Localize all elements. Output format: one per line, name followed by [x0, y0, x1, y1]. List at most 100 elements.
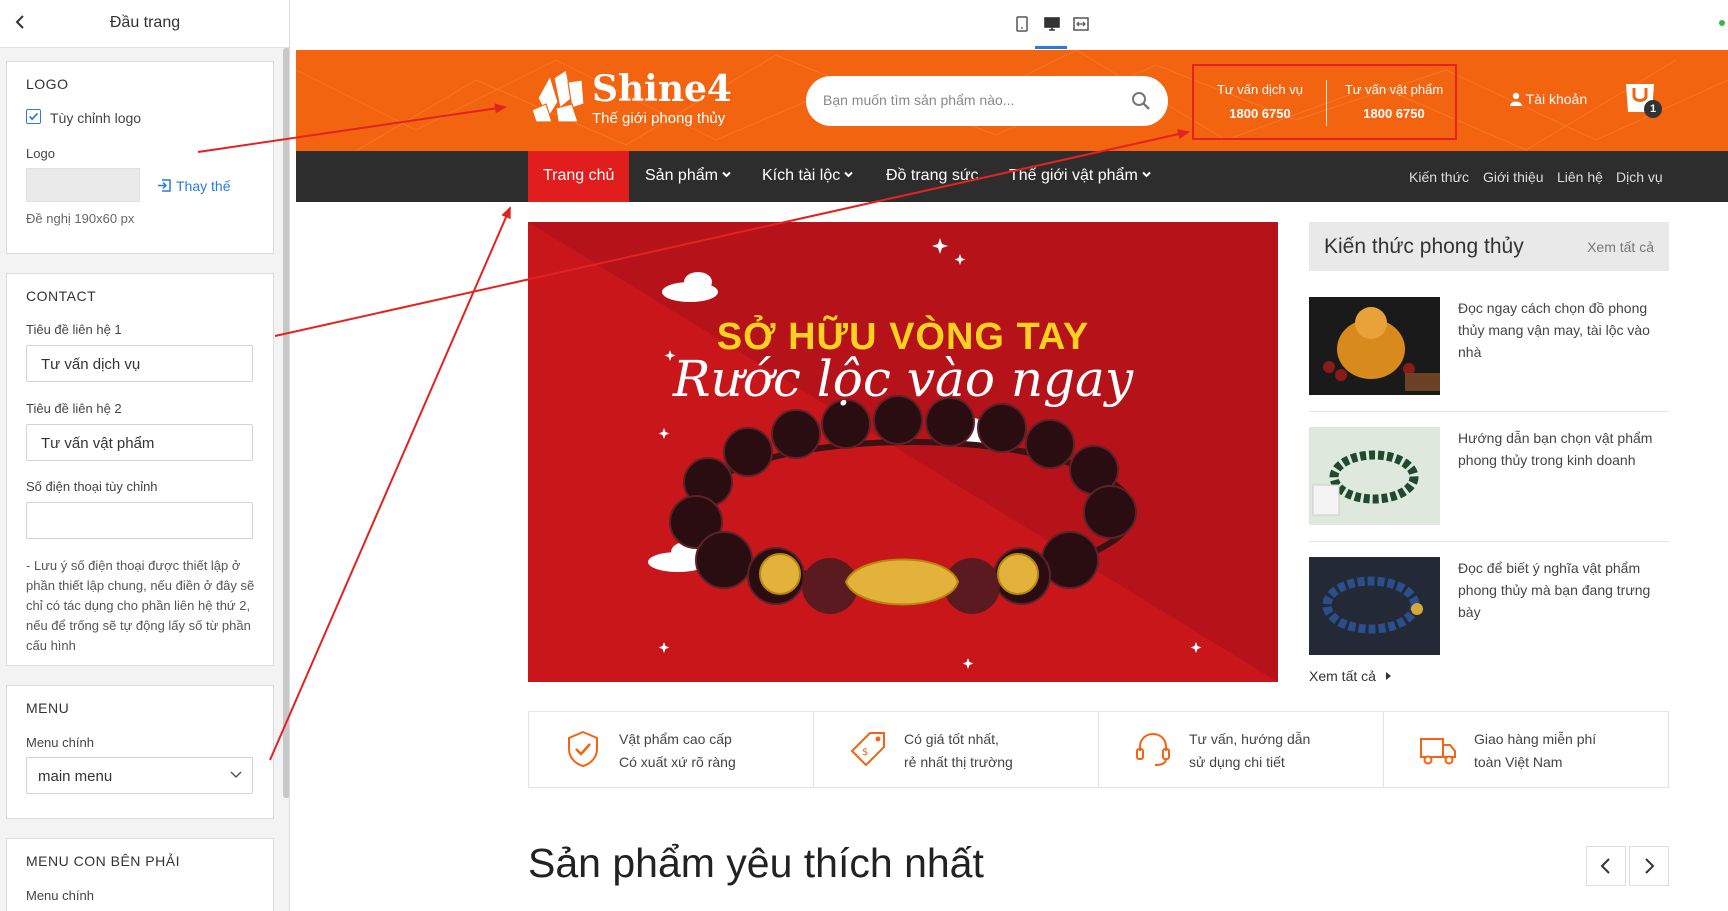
article-title-1[interactable]: Đọc ngay cách chọn đồ phong thủy mang vậ… — [1458, 297, 1663, 363]
nav-item-items-world[interactable]: Thế giới vật phẩm — [1009, 167, 1151, 185]
feature-line1: Vật phẩm cao cấp — [619, 731, 732, 747]
favorites-title: Sản phẩm yêu thích nhất — [528, 840, 984, 886]
user-icon — [1510, 92, 1522, 106]
main-menu-select-value: main menu — [38, 768, 113, 785]
cart-button[interactable]: 1 — [1624, 80, 1664, 122]
article-divider — [1309, 411, 1669, 412]
banner-graphic — [528, 222, 1278, 682]
crystal-logo-icon[interactable] — [528, 68, 590, 126]
chevron-down-icon — [722, 171, 731, 178]
fullwidth-icon[interactable] — [1071, 14, 1091, 34]
nav-item-jewelry[interactable]: Đồ trang sức — [886, 167, 979, 185]
prev-button[interactable] — [1586, 846, 1626, 886]
custom-phone-input[interactable] — [26, 502, 253, 539]
chevron-down-icon — [1142, 171, 1151, 178]
feature-line1: Tư vấn, hướng dẫn — [1189, 731, 1311, 747]
feature-line2: rẻ nhất thị trường — [904, 754, 1013, 770]
right-submenu-label: Menu chính — [26, 888, 94, 903]
next-button[interactable] — [1629, 846, 1669, 886]
panel-scrollbar[interactable] — [283, 48, 289, 798]
feature-item: Tư vấn, hướng dẫn sử dụng chi tiết — [1099, 712, 1384, 787]
device-toolbar — [291, 0, 1728, 50]
feature-text: Vật phẩm cao cấp Có xuất xứ rõ ràng — [619, 728, 736, 774]
contact-title2-input[interactable]: Tư vấn vật phẩm — [26, 424, 253, 461]
cart-count-badge: 1 — [1644, 100, 1662, 118]
logo-section-heading: LOGO — [26, 76, 69, 92]
logo-size-hint: Đề nghị 190x60 px — [26, 211, 135, 226]
knowledge-title: Kiến thức phong thủy — [1324, 235, 1524, 258]
active-device-indicator — [1035, 46, 1067, 49]
nav-right-contact[interactable]: Liên hệ — [1557, 169, 1603, 185]
contact-section-heading: CONTACT — [26, 288, 97, 304]
account-link[interactable]: Tài khoản — [1510, 91, 1587, 107]
site-header: Shine4 Thế giới phong thủy Bạn muốn tìm … — [296, 50, 1728, 151]
contact-title2-label: Tiêu đề liên hệ 2 — [26, 401, 122, 416]
panel-title: Đầu trang — [109, 14, 181, 31]
menu-section-heading: MENU — [26, 700, 70, 716]
article-title-2[interactable]: Hướng dẫn bạn chọn vật phẩm phong thủy t… — [1458, 427, 1663, 471]
nav-item-items-world-label: Thế giới vật phẩm — [1009, 167, 1138, 184]
replace-logo-link[interactable]: Thay thế — [176, 178, 230, 194]
desktop-icon[interactable] — [1042, 14, 1062, 34]
nav-item-home[interactable]: Trang chủ — [528, 151, 630, 202]
account-label: Tài khoản — [1525, 91, 1588, 107]
nav-item-wealth[interactable]: Kích tài lộc — [762, 167, 853, 185]
contact-highlight-box — [1192, 64, 1457, 140]
brand-name[interactable]: Shine4 — [592, 68, 732, 110]
feature-item: Vật phẩm cao cấp Có xuất xứ rõ ràng — [529, 712, 814, 787]
right-submenu-section: MENU CON BÊN PHẢI Menu chính — [6, 838, 274, 911]
knowledge-more-label: Xem tất cả — [1309, 668, 1376, 684]
price-tag-icon: $ — [850, 732, 885, 767]
feature-line2: Có xuất xứ rõ ràng — [619, 754, 736, 770]
nav-item-products[interactable]: Sản phẩm — [645, 167, 731, 185]
replace-icon[interactable] — [157, 178, 172, 193]
nav-item-wealth-label: Kích tài lộc — [762, 167, 841, 184]
jade-bracelet-image — [1309, 427, 1440, 525]
truck-icon — [1420, 738, 1456, 765]
article-title-3[interactable]: Đọc để biết ý nghĩa vật phẩm phong thủy … — [1458, 557, 1663, 623]
contact-title1-label: Tiêu đề liên hệ 1 — [26, 322, 122, 337]
feature-text: Tư vấn, hướng dẫn sử dụng chi tiết — [1189, 728, 1310, 774]
customizer-panel: Đầu trang LOGO Tùy chỉnh logo Logo Thay … — [0, 0, 290, 911]
custom-logo-label: Tùy chỉnh logo — [50, 110, 142, 126]
article-divider — [1309, 541, 1669, 542]
logo-label: Logo — [26, 146, 55, 161]
hero-banner[interactable]: SỞ HỮU VÒNG TAY Rước lộc vào ngay — [528, 222, 1278, 682]
article-thumbnail[interactable] — [1309, 427, 1440, 525]
logo-thumbnail[interactable] — [26, 168, 140, 202]
banner-script: Rước lộc vào ngay — [672, 350, 1134, 408]
caret-right-icon — [1385, 672, 1391, 680]
search-icon[interactable] — [1130, 90, 1152, 112]
headset-icon — [1136, 732, 1170, 766]
panel-header: Đầu trang — [0, 0, 289, 48]
svg-text:$: $ — [862, 747, 868, 758]
checkmark-icon — [28, 112, 39, 121]
nav-right-knowledge[interactable]: Kiến thức — [1409, 169, 1469, 185]
search-input[interactable]: Bạn muốn tìm sản phẩm nào... — [806, 76, 1168, 126]
main-menu-label: Menu chính — [26, 735, 94, 750]
nav-right-services[interactable]: Dịch vụ — [1616, 169, 1663, 185]
feature-line2: toàn Việt Nam — [1474, 754, 1563, 770]
knowledge-more-link[interactable]: Xem tất cả — [1309, 668, 1393, 684]
main-menu-select[interactable]: main menu — [26, 757, 253, 794]
shield-check-icon — [568, 730, 598, 768]
tablet-icon[interactable] — [1012, 14, 1032, 34]
chevron-left-icon — [1600, 858, 1610, 874]
custom-logo-checkbox[interactable] — [26, 109, 41, 124]
arrow-menu — [269, 206, 511, 761]
search-placeholder: Bạn muốn tìm sản phẩm nào... — [823, 92, 1015, 108]
knowledge-header: Kiến thức phong thủy Xem tất cả — [1309, 222, 1669, 271]
chevron-down-icon — [230, 771, 242, 779]
brand-tagline: Thế giới phong thủy — [592, 110, 726, 127]
feature-text: Có giá tốt nhất, rẻ nhất thị trường — [904, 728, 1013, 774]
phone-note: - Lưu ý số điện thoại được thiết lập ở p… — [26, 558, 255, 653]
article-thumbnail[interactable] — [1309, 557, 1440, 655]
feature-item: Giao hàng miễn phí toàn Việt Nam — [1384, 712, 1669, 787]
knowledge-see-all[interactable]: Xem tất cả — [1587, 239, 1654, 255]
feature-line1: Giao hàng miễn phí — [1474, 731, 1597, 747]
nav-right-about[interactable]: Giới thiệu — [1483, 169, 1544, 185]
main-nav: Trang chủ Sản phẩm Kích tài lộc Đồ trang… — [296, 151, 1728, 202]
menu-section: MENU Menu chính main menu — [6, 685, 274, 819]
contact-title1-input[interactable]: Tư vấn dịch vụ — [26, 345, 253, 382]
article-thumbnail[interactable] — [1309, 297, 1440, 395]
